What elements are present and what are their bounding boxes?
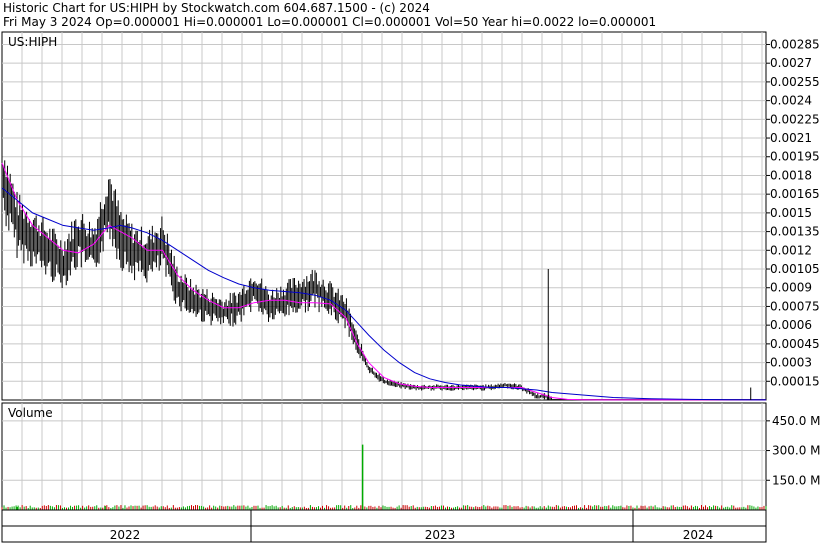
- x-tick-label-2023: 2023: [425, 528, 456, 542]
- price-tick-label: 0.0024: [770, 94, 812, 108]
- volume-tick-label: 150.0 M: [772, 473, 821, 487]
- price-tick-label: 0.0012: [770, 243, 812, 257]
- price-tick-label: 0.0018: [770, 168, 812, 182]
- stock-chart: US:HIPH 0.00015 0.0003 0.00045 0.0006 0.0007…: [1, 31, 821, 543]
- price-tick-label: 0.0027: [770, 56, 812, 70]
- price-tick-label: 0.00105: [770, 262, 820, 276]
- price-tick-label: 0.00045: [770, 337, 820, 351]
- price-tick-label: 0.00165: [770, 187, 820, 201]
- price-tick-label: 0.0009: [770, 281, 812, 295]
- price-tick-label: 0.00075: [770, 299, 820, 313]
- price-tick-label: 0.0006: [770, 318, 812, 332]
- price-tick-label: 0.0015: [770, 206, 812, 220]
- price-tick-label: 0.00015: [770, 374, 820, 388]
- volume-tick-label: 450.0 M: [772, 414, 821, 428]
- price-axis-ticks: 0.00015 0.0003 0.00045 0.0006 0.00075 0.0009 0…: [766, 37, 820, 388]
- volume-axis-ticks: 150.0 M 300.0 M 450.0 M: [766, 414, 821, 487]
- price-tick-label: 0.0021: [770, 131, 812, 145]
- price-tick-label: 0.00135: [770, 225, 820, 239]
- price-tick-label: 0.0003: [770, 356, 812, 370]
- volume-tick-label: 300.0 M: [772, 444, 821, 458]
- price-tick-label: 0.00195: [770, 150, 820, 164]
- volume-panel: [1, 402, 767, 511]
- volume-panel-title: Volume: [8, 406, 53, 420]
- price-tick-label: 0.00255: [770, 75, 820, 89]
- price-tick-label: 0.00225: [770, 112, 820, 126]
- price-tick-label: 0.00285: [770, 37, 820, 51]
- x-axis-band: [1, 509, 767, 527]
- x-tick-label-2022: 2022: [110, 528, 141, 542]
- price-panel-symbol: US:HIPH: [8, 35, 57, 49]
- x-tick-label-2024: 2024: [683, 528, 714, 542]
